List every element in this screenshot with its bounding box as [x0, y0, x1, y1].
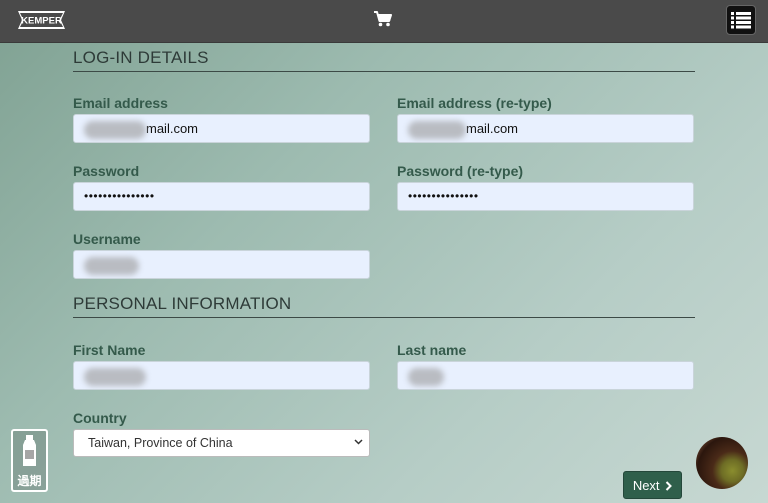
login-section-title: LOG-IN DETAILS: [73, 48, 695, 72]
chat-avatar[interactable]: [696, 437, 748, 489]
logo-text: KEMPER: [21, 16, 62, 27]
last-name-label: Last name: [397, 342, 467, 358]
username-field[interactable]: [73, 250, 370, 279]
top-navbar: KEMPER: [0, 0, 768, 43]
kemper-logo[interactable]: KEMPER: [15, 10, 68, 30]
password-field[interactable]: •••••••••••••••: [73, 182, 370, 211]
password-label: Password: [73, 163, 140, 179]
country-select[interactable]: Taiwan, Province of China: [73, 429, 370, 457]
email-field[interactable]: mail.com: [73, 114, 370, 143]
expired-badge: 過期: [11, 429, 48, 492]
redacted-text: [84, 256, 139, 275]
personal-section-title: PERSONAL INFORMATION: [73, 294, 695, 318]
redacted-text: [408, 120, 466, 139]
redacted-text: [84, 367, 146, 386]
milk-bottle-icon: [23, 435, 36, 466]
next-button-label: Next: [632, 478, 660, 493]
list-menu-icon[interactable]: [726, 5, 756, 35]
chevron-down-icon: [354, 439, 363, 445]
redacted-text: [84, 120, 146, 139]
chevron-right-icon: [665, 481, 673, 491]
last-name-field[interactable]: [397, 361, 694, 390]
cart-icon[interactable]: [373, 10, 393, 28]
email-retype-field[interactable]: mail.com: [397, 114, 694, 143]
redacted-text: [408, 367, 444, 386]
email-label: Email address: [73, 95, 168, 111]
badge-text: 過期: [17, 474, 42, 488]
next-button[interactable]: Next: [623, 471, 682, 499]
first-name-label: First Name: [73, 342, 146, 358]
country-select-value: Taiwan, Province of China: [88, 436, 233, 450]
email-field-value: mail.com: [146, 121, 199, 136]
username-label: Username: [73, 231, 141, 247]
email-retype-field-value: mail.com: [466, 121, 519, 136]
password-retype-field[interactable]: •••••••••••••••: [397, 182, 694, 211]
password-retype-label: Password (re-type): [397, 163, 524, 179]
first-name-field[interactable]: [73, 361, 370, 390]
email-retype-label: Email address (re-type): [397, 95, 552, 111]
country-label: Country: [73, 410, 127, 426]
